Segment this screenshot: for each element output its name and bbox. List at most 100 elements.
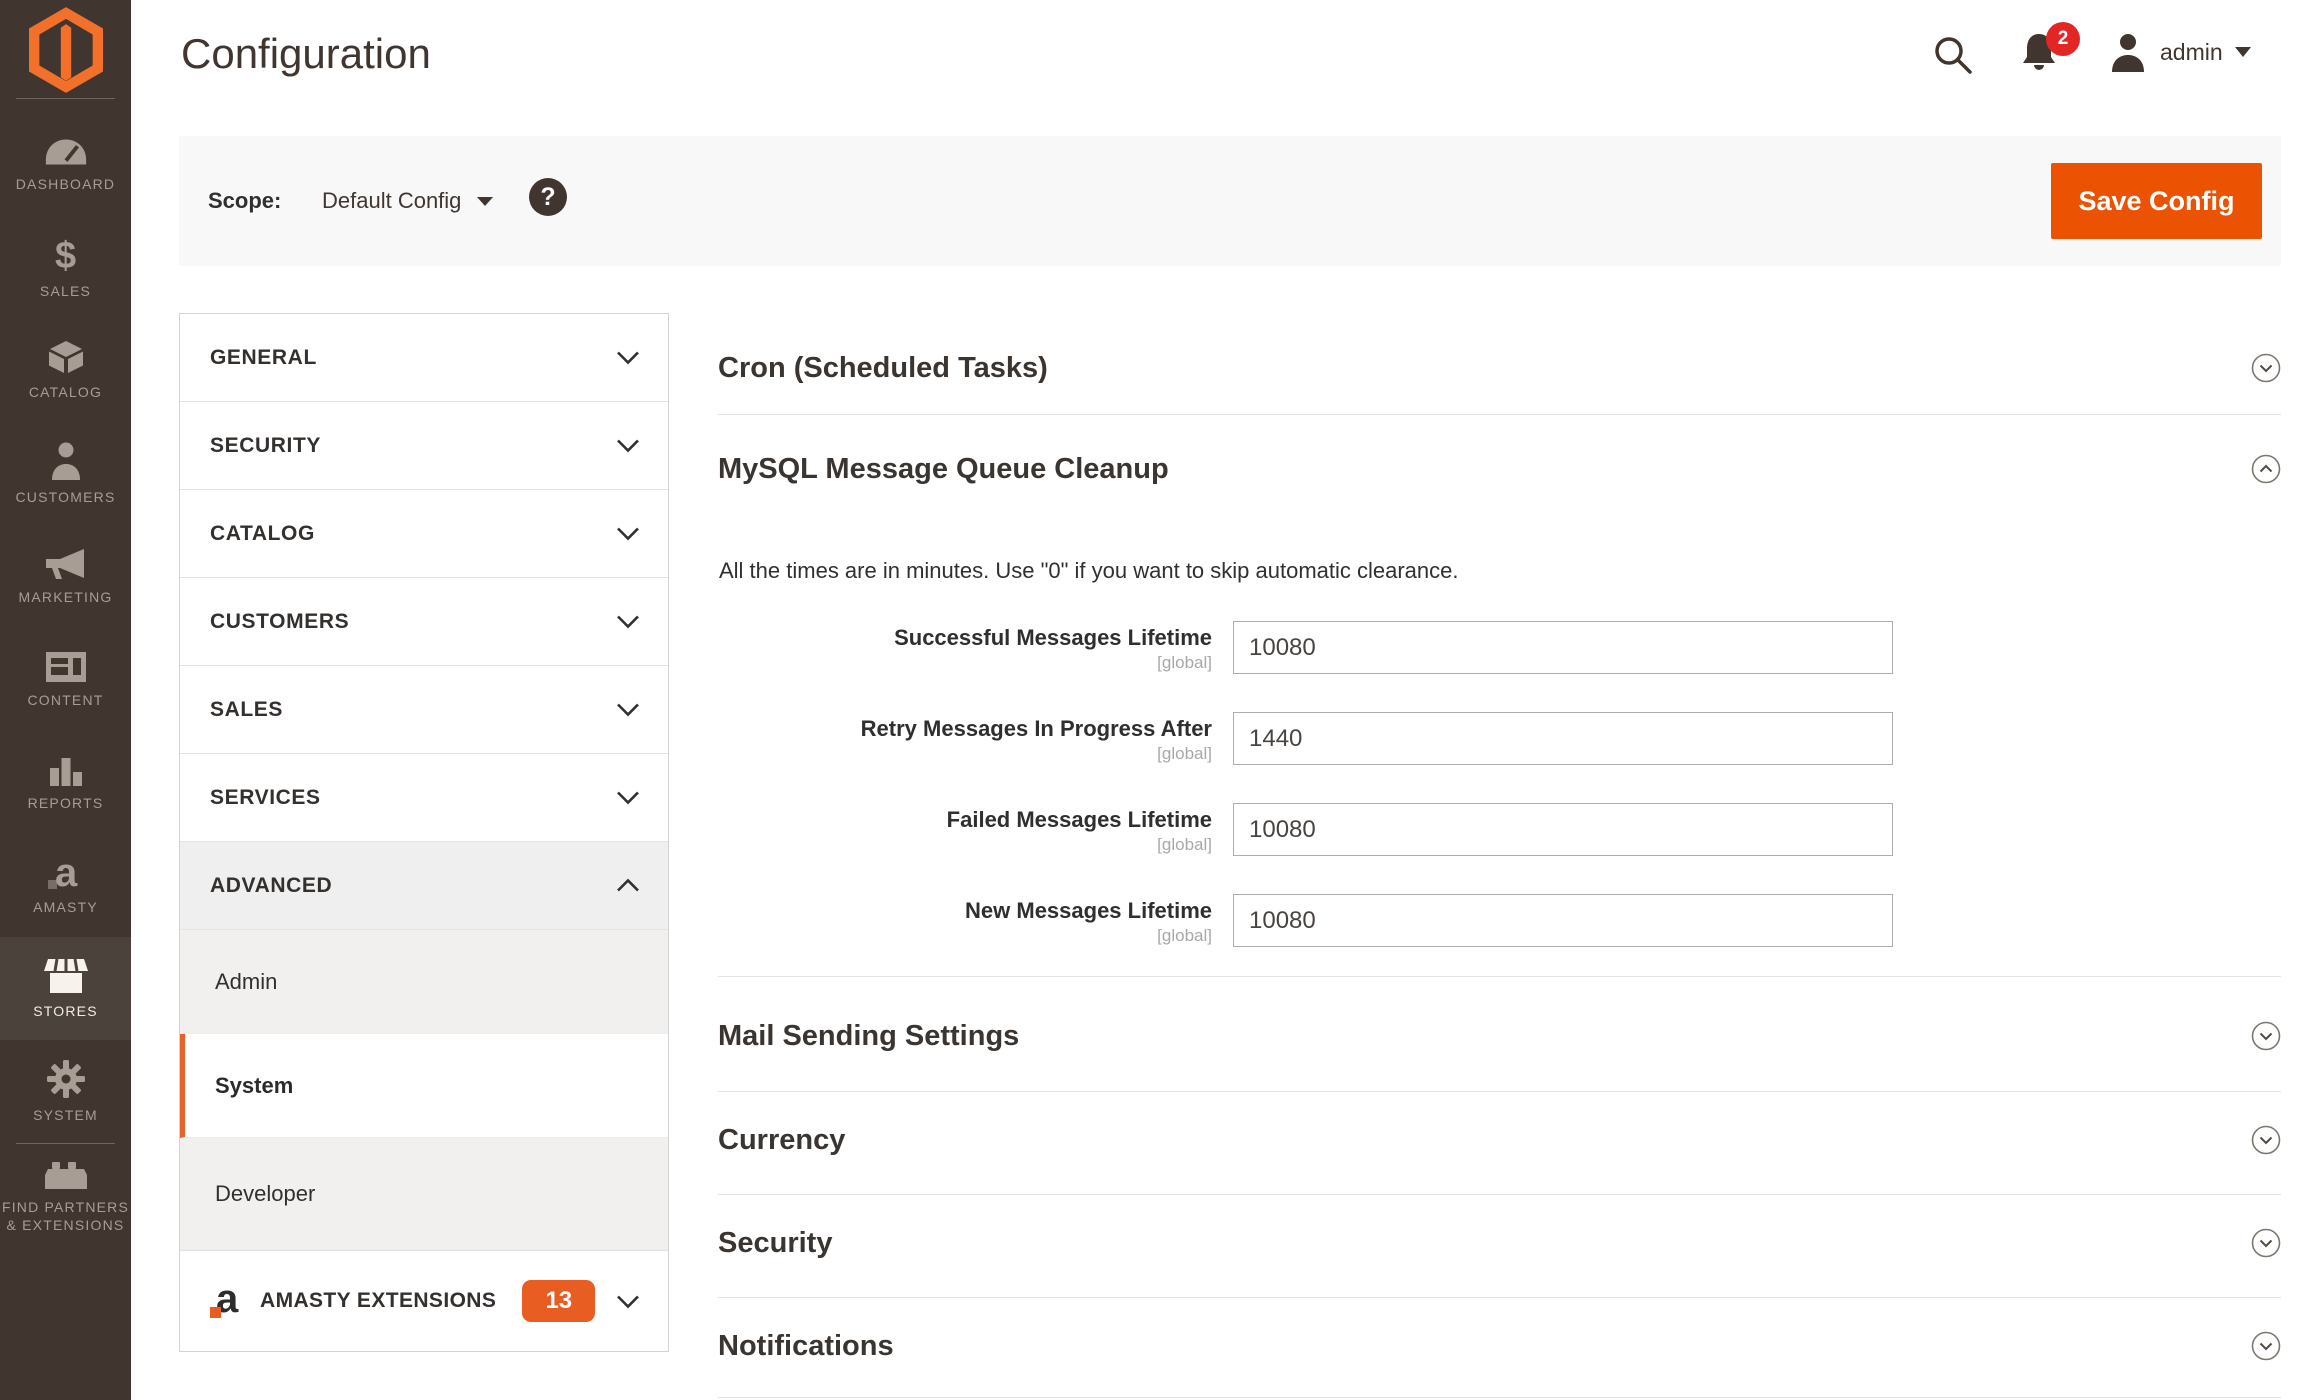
config-nav-services[interactable]: SERVICES bbox=[180, 754, 668, 842]
section-divider bbox=[718, 1397, 2281, 1398]
config-nav-customers[interactable]: CUSTOMERS bbox=[180, 578, 668, 666]
scope-selector[interactable]: Default Config bbox=[316, 187, 499, 215]
question-mark-icon: ? bbox=[540, 183, 555, 212]
field-scope: [global] bbox=[718, 744, 1212, 764]
collapse-chevron-down-icon[interactable] bbox=[2251, 1331, 2281, 1361]
magento-logo-icon bbox=[29, 7, 103, 93]
amasty-logo-icon: a bbox=[210, 1281, 246, 1321]
config-nav-advanced-admin[interactable]: Admin bbox=[180, 930, 668, 1034]
section-title: MySQL Message Queue Cleanup bbox=[718, 453, 1169, 486]
svg-text:$: $ bbox=[55, 235, 76, 275]
field-label: Successful Messages Lifetime bbox=[894, 625, 1212, 650]
admin-sidebar: DASHBOARD $ SALES CATALOG bbox=[0, 0, 131, 1400]
section-title: Notifications bbox=[718, 1330, 894, 1363]
sidebar-menu: DASHBOARD $ SALES CATALOG bbox=[0, 113, 131, 1247]
chevron-down-icon bbox=[616, 438, 640, 453]
sidebar-item-amasty[interactable]: a AMASTY bbox=[0, 834, 131, 937]
section-notifications[interactable]: Notifications bbox=[718, 1323, 2281, 1369]
scope-help-button[interactable]: ? bbox=[529, 178, 567, 216]
field-label: New Messages Lifetime bbox=[965, 898, 1212, 923]
sidebar-item-catalog[interactable]: CATALOG bbox=[0, 319, 131, 422]
section-divider bbox=[718, 1297, 2281, 1298]
section-comment: All the times are in minutes. Use "0" if… bbox=[719, 558, 1459, 584]
section-divider bbox=[718, 414, 2281, 415]
collapse-chevron-up-icon[interactable] bbox=[2251, 454, 2281, 484]
chevron-down-icon bbox=[616, 614, 640, 629]
config-nav-amasty-extensions[interactable]: a AMASTY EXTENSIONS 13 bbox=[180, 1250, 668, 1351]
failed-messages-lifetime-input[interactable] bbox=[1233, 803, 1893, 856]
chevron-down-icon bbox=[616, 526, 640, 541]
system-gear-icon bbox=[46, 1059, 86, 1099]
content-newspaper-icon bbox=[45, 650, 87, 684]
field-scope: [global] bbox=[718, 835, 1212, 855]
config-nav-catalog[interactable]: CATALOG bbox=[180, 490, 668, 578]
field-successful-messages-lifetime: Successful Messages Lifetime [global] bbox=[718, 621, 2281, 674]
sidebar-item-label: MARKETING bbox=[18, 589, 112, 607]
sidebar-item-label: CONTENT bbox=[27, 692, 103, 710]
sidebar-item-sales[interactable]: $ SALES bbox=[0, 216, 131, 319]
magento-logo[interactable] bbox=[0, 0, 131, 99]
section-divider bbox=[718, 1194, 2281, 1195]
field-retry-messages-in-progress-after: Retry Messages In Progress After [global… bbox=[718, 712, 2281, 765]
sidebar-item-label: FIND PARTNERS & EXTENSIONS bbox=[2, 1199, 129, 1234]
new-messages-lifetime-input[interactable] bbox=[1233, 894, 1893, 947]
collapse-chevron-down-icon[interactable] bbox=[2251, 1125, 2281, 1155]
section-currency[interactable]: Currency bbox=[718, 1117, 2281, 1163]
retry-messages-in-progress-input[interactable] bbox=[1233, 712, 1893, 765]
config-nav-security[interactable]: SECURITY bbox=[180, 402, 668, 490]
section-cron[interactable]: Cron (Scheduled Tasks) bbox=[718, 345, 2281, 391]
amasty-logo-icon: a bbox=[46, 855, 86, 891]
customers-person-icon bbox=[48, 441, 84, 481]
sidebar-item-find-partners[interactable]: FIND PARTNERS & EXTENSIONS bbox=[0, 1144, 131, 1247]
field-scope: [global] bbox=[718, 926, 1212, 946]
field-failed-messages-lifetime: Failed Messages Lifetime [global] bbox=[718, 803, 2281, 856]
svg-text:a: a bbox=[55, 855, 78, 891]
chevron-up-icon bbox=[616, 878, 640, 893]
successful-messages-lifetime-input[interactable] bbox=[1233, 621, 1893, 674]
section-mail-sending-settings[interactable]: Mail Sending Settings bbox=[718, 1013, 2281, 1059]
section-divider bbox=[718, 976, 2281, 977]
sidebar-item-marketing[interactable]: MARKETING bbox=[0, 525, 131, 628]
stores-storefront-icon bbox=[44, 957, 88, 995]
config-nav-general[interactable]: GENERAL bbox=[180, 314, 668, 402]
chevron-down-icon bbox=[477, 197, 493, 206]
chevron-down-icon bbox=[616, 790, 640, 805]
field-scope: [global] bbox=[718, 653, 1212, 673]
sidebar-item-content[interactable]: CONTENT bbox=[0, 628, 131, 731]
magento-admin-configuration-page: DASHBOARD $ SALES CATALOG bbox=[0, 0, 2300, 1400]
sidebar-item-label: SYSTEM bbox=[33, 1107, 98, 1125]
collapse-chevron-down-icon[interactable] bbox=[2251, 1021, 2281, 1051]
config-nav-advanced-developer[interactable]: Developer bbox=[180, 1138, 668, 1250]
sidebar-item-label: CATALOG bbox=[29, 384, 102, 402]
config-nav-advanced[interactable]: ADVANCED bbox=[180, 842, 668, 930]
field-new-messages-lifetime: New Messages Lifetime [global] bbox=[718, 894, 2281, 947]
find-partners-brick-icon bbox=[44, 1157, 88, 1191]
sidebar-item-system[interactable]: SYSTEM bbox=[0, 1040, 131, 1143]
config-nav-sales[interactable]: SALES bbox=[180, 666, 668, 754]
scope-value: Default Config bbox=[322, 188, 461, 214]
config-main-content: Cron (Scheduled Tasks) MySQL Message Que… bbox=[718, 0, 2281, 1400]
sidebar-item-stores[interactable]: STORES bbox=[0, 937, 131, 1040]
section-security[interactable]: Security bbox=[718, 1220, 2281, 1266]
sidebar-item-dashboard[interactable]: DASHBOARD bbox=[0, 113, 131, 216]
config-section-nav: GENERAL SECURITY CATALOG CUSTOMERS SALES bbox=[179, 313, 669, 1352]
amasty-count-badge: 13 bbox=[522, 1280, 595, 1322]
field-label: Failed Messages Lifetime bbox=[947, 807, 1212, 832]
sidebar-item-label: SALES bbox=[40, 283, 91, 301]
collapse-chevron-down-icon[interactable] bbox=[2251, 353, 2281, 383]
sidebar-item-label: STORES bbox=[33, 1003, 98, 1021]
chevron-down-icon bbox=[616, 702, 640, 717]
config-nav-advanced-system[interactable]: System bbox=[180, 1034, 668, 1138]
section-title: Security bbox=[718, 1227, 832, 1260]
chevron-down-icon bbox=[616, 1294, 640, 1309]
dashboard-gauge-icon bbox=[43, 136, 89, 168]
sidebar-item-label: REPORTS bbox=[28, 795, 104, 813]
sidebar-item-customers[interactable]: CUSTOMERS bbox=[0, 422, 131, 525]
section-mysql-message-queue-cleanup[interactable]: MySQL Message Queue Cleanup bbox=[718, 446, 2281, 492]
sidebar-item-label: DASHBOARD bbox=[16, 176, 115, 194]
sidebar-item-label: CUSTOMERS bbox=[16, 489, 116, 507]
sidebar-item-reports[interactable]: REPORTS bbox=[0, 731, 131, 834]
field-label: Retry Messages In Progress After bbox=[861, 716, 1212, 741]
page-title: Configuration bbox=[181, 30, 431, 78]
collapse-chevron-down-icon[interactable] bbox=[2251, 1228, 2281, 1258]
